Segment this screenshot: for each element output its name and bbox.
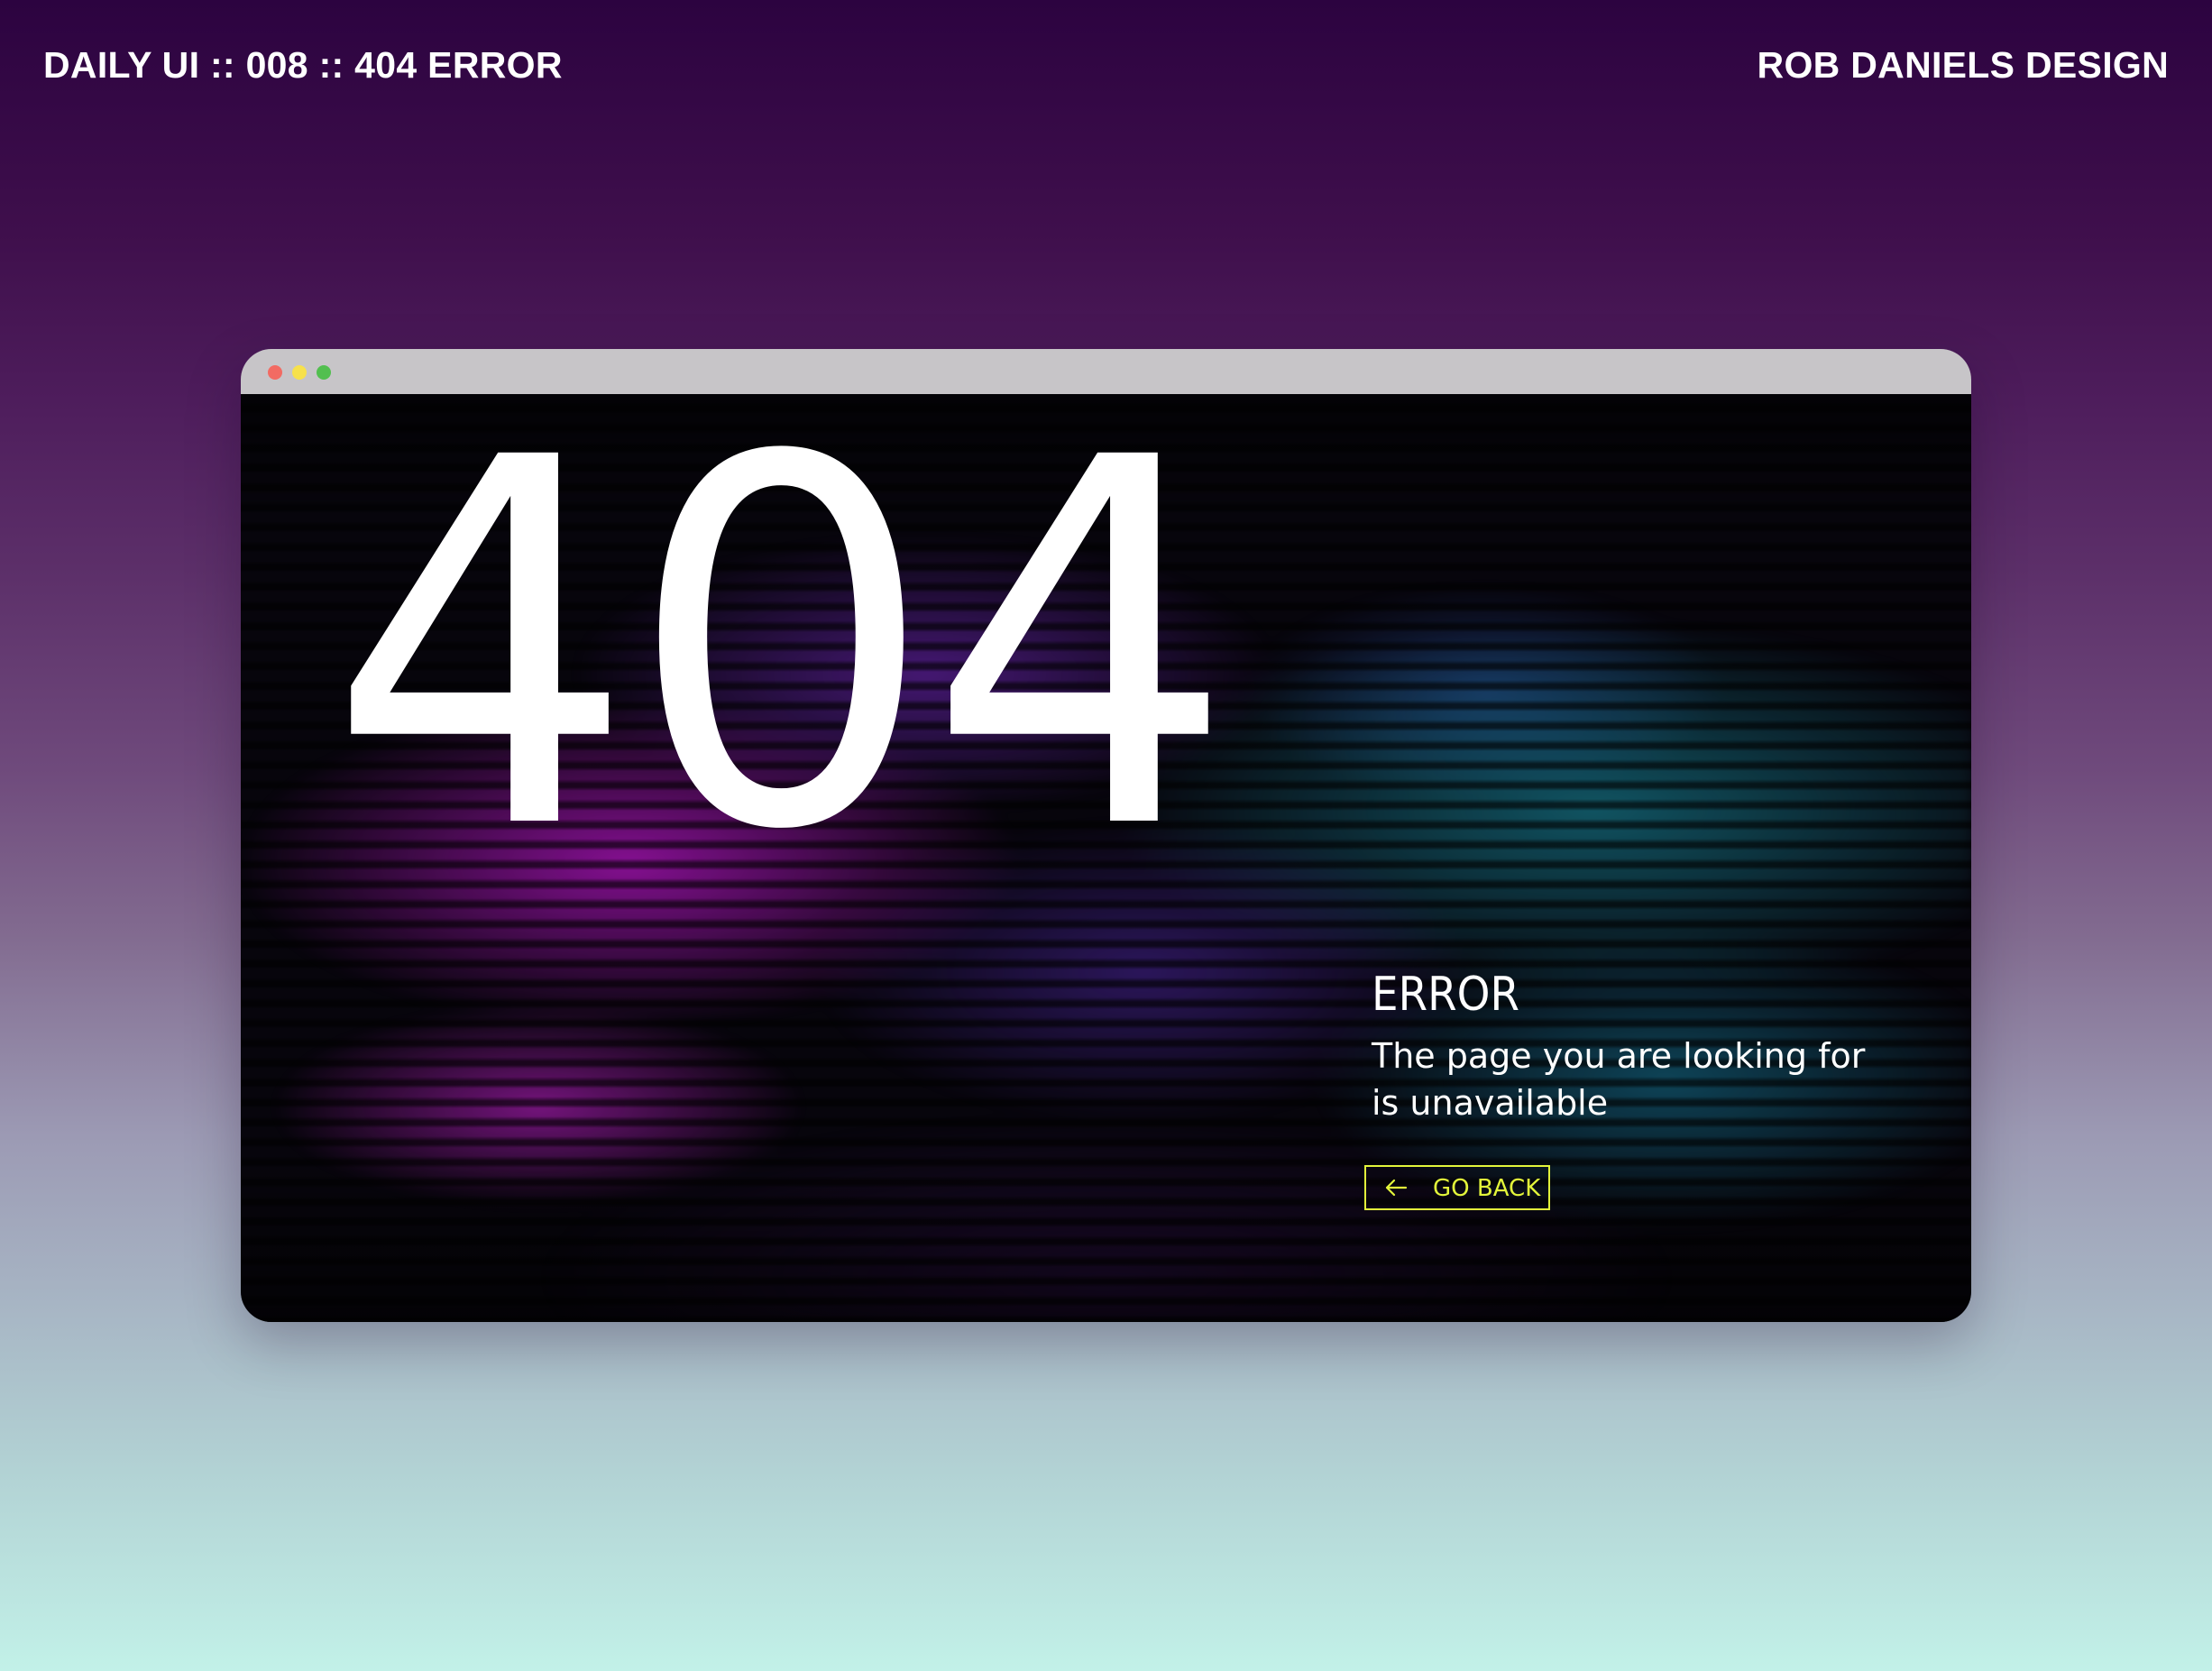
go-back-label: GO BACK	[1433, 1175, 1541, 1202]
go-back-button[interactable]: GO BACK	[1364, 1165, 1550, 1210]
error-page-viewport: 404 ERROR The page you are looking for i…	[241, 394, 1971, 1322]
page-title: DAILY UI :: 008 :: 404 ERROR	[43, 44, 563, 86]
browser-window: 404 ERROR The page you are looking for i…	[241, 349, 1971, 1322]
error-message: The page you are looking for is unavaila…	[1372, 1036, 1866, 1123]
browser-titlebar	[241, 349, 1971, 394]
designer-credit: ROB DANIELS DESIGN	[1757, 44, 2169, 86]
minimize-dot-icon[interactable]	[292, 365, 307, 380]
error-code: 404	[327, 394, 1235, 941]
maximize-dot-icon[interactable]	[317, 365, 331, 380]
error-heading: ERROR	[1372, 968, 1519, 1022]
arrow-left-icon	[1385, 1179, 1408, 1197]
close-dot-icon[interactable]	[268, 365, 282, 380]
